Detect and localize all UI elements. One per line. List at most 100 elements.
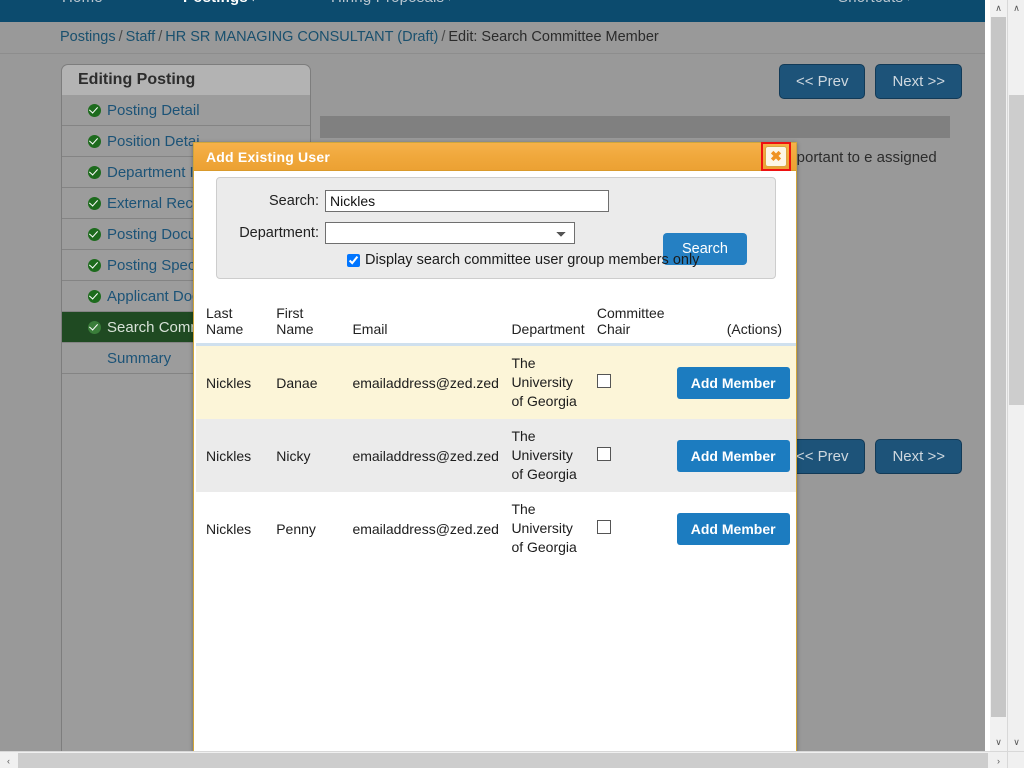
scroll-down-icon[interactable]: ∨ [990,734,1007,751]
nav-item-shortcuts[interactable]: Shortcuts▾ [838,0,911,6]
bottom-pagination-buttons: << Prev Next >> [778,439,962,474]
cell-email: emailaddress@zed.zed [346,344,506,419]
cell-committee-chair [590,492,671,565]
committee-chair-checkbox[interactable] [596,374,611,388]
department-field-row: Department: [217,222,575,244]
page-vertical-scrollbar[interactable]: ∧ ∨ [990,0,1007,751]
prev-button-top[interactable]: << Prev [778,64,866,99]
chevron-down-icon: ▾ [251,0,256,3]
dialog-title: Add Existing User [206,148,330,165]
browser-hscroll-thumb[interactable] [18,753,988,768]
header-first-name: First Name [270,301,347,346]
browser-viewport: Home Postings▾ Hiring Proposals▾ Shortcu… [0,0,985,751]
sidebar-item-label: External Reco [107,194,202,212]
cell-first-name: Danae [270,344,347,419]
breadcrumb-item-posting[interactable]: HR SR MANAGING CONSULTANT (Draft) [165,29,438,45]
main-content: Editing Posting Posting Detail Position … [0,54,985,751]
editing-posting-label: Editing Posting [78,71,196,88]
search-input[interactable] [325,190,609,212]
top-pagination-buttons: << Prev Next >> [778,64,962,99]
search-filter-panel: Search: Department: Search Display searc… [216,177,776,279]
search-field-row: Search: [217,190,609,212]
check-circle-icon [88,289,101,303]
department-select[interactable] [325,222,575,244]
check-circle-icon [88,165,101,179]
sidebar-item-label: Summary [107,349,172,367]
browser-scroll-thumb[interactable] [1009,95,1024,405]
cell-last-name: Nickles [196,344,271,419]
app-root: Home Postings▾ Hiring Proposals▾ Shortcu… [0,0,1024,768]
nav-shortcuts-label: Shortcuts [838,0,903,6]
breadcrumb-item-postings[interactable]: Postings [60,29,116,45]
add-existing-user-dialog: Add Existing User ✖ Search: Department: [193,142,797,751]
sidebar-item-label: Posting Docur [107,225,202,243]
add-member-button[interactable]: Add Member [676,366,790,399]
scroll-up-icon[interactable]: ∧ [990,0,1007,17]
next-button-top[interactable]: Next >> [875,64,962,99]
sidebar-item-label: Department In [107,163,203,181]
cell-last-name: Nickles [196,419,271,492]
breadcrumb-item-staff[interactable]: Staff [126,29,156,45]
breadcrumb: Postings / Staff / HR SR MANAGING CONSULTANT… [60,29,659,45]
header-email: Email [346,301,506,346]
sidebar-item-label: Search Comm [107,318,203,336]
cell-department: The University of Georgia [505,419,591,492]
scroll-left-icon[interactable]: ‹ [0,752,17,768]
check-circle-icon [88,196,101,210]
cell-first-name: Nicky [270,419,347,492]
cell-department: The University of Georgia [505,344,591,419]
committee-chair-checkbox[interactable] [596,447,611,461]
table-row: Nickles Danae emailaddress@zed.zed The U… [196,344,796,419]
scroll-up-icon[interactable]: ∧ [1008,0,1024,17]
chevron-down-icon: ▾ [906,0,911,3]
browser-vertical-scrollbar[interactable]: ∧ ∨ [1007,0,1024,751]
cell-actions: Add Member [670,492,796,565]
table-row: Nickles Nicky emailaddress@zed.zed The U… [196,419,796,492]
scrollbar-corner [1007,751,1024,768]
header-department: Department [505,301,591,346]
header-actions: (Actions) [670,301,796,346]
sidebar-item-posting-detail[interactable]: Posting Detail [62,95,310,126]
nav-item-home[interactable]: Home [62,0,103,6]
committee-chair-checkbox[interactable] [596,520,611,534]
chevron-down-icon: ▾ [447,0,452,3]
cell-committee-chair [590,344,671,419]
table-header-row: Last Name First Name Email Department Co… [196,301,796,346]
add-member-button[interactable]: Add Member [676,512,790,545]
add-member-button[interactable]: Add Member [676,439,790,472]
check-circle-icon [88,103,101,117]
nav-hiring-label: Hiring Proposals [331,0,444,6]
close-icon[interactable]: ✖ [765,146,787,167]
committee-members-only-checkbox[interactable] [347,253,360,267]
browser-horizontal-scrollbar[interactable]: ‹ › [0,751,1024,768]
search-results-table: Last Name First Name Email Department Co… [196,301,796,565]
scroll-down-icon[interactable]: ∨ [1008,734,1024,751]
breadcrumb-separator: / [441,29,446,45]
header-last-name: Last Name [196,301,271,346]
search-label: Search: [269,193,319,209]
sidebar-item-label: Posting Specif [107,256,203,274]
sidebar-item-label: Posting Detail [107,101,200,119]
department-label: Department: [239,225,319,241]
cell-actions: Add Member [670,419,796,492]
breadcrumb-band: Postings / Staff / HR SR MANAGING CONSULTANT… [0,22,985,54]
nav-item-postings[interactable]: Postings▾ [183,0,256,6]
check-circle-icon [88,258,101,272]
editing-posting-tab[interactable]: Editing Posting [61,64,311,95]
nav-home-label: Home [62,0,103,6]
committee-members-only-checkbox-row[interactable]: Display search committee user group memb… [347,252,699,268]
sidebar-item-label: Position Detai [107,132,200,150]
sidebar-item-label: Applicant Doc [107,287,200,305]
cell-last-name: Nickles [196,492,271,565]
nav-postings-label: Postings [183,0,248,6]
header-committee-chair: Committee Chair [590,301,671,346]
page-scroll-thumb[interactable] [991,17,1006,717]
check-circle-icon [88,320,101,334]
dialog-title-bar: Add Existing User ✖ [194,142,796,171]
nav-item-hiring-proposals[interactable]: Hiring Proposals▾ [331,0,452,6]
scroll-right-icon[interactable]: › [990,752,1007,768]
next-button-bottom[interactable]: Next >> [875,439,962,474]
cell-first-name: Penny [270,492,347,565]
cell-actions: Add Member [670,344,796,419]
cell-email: emailaddress@zed.zed [346,492,506,565]
